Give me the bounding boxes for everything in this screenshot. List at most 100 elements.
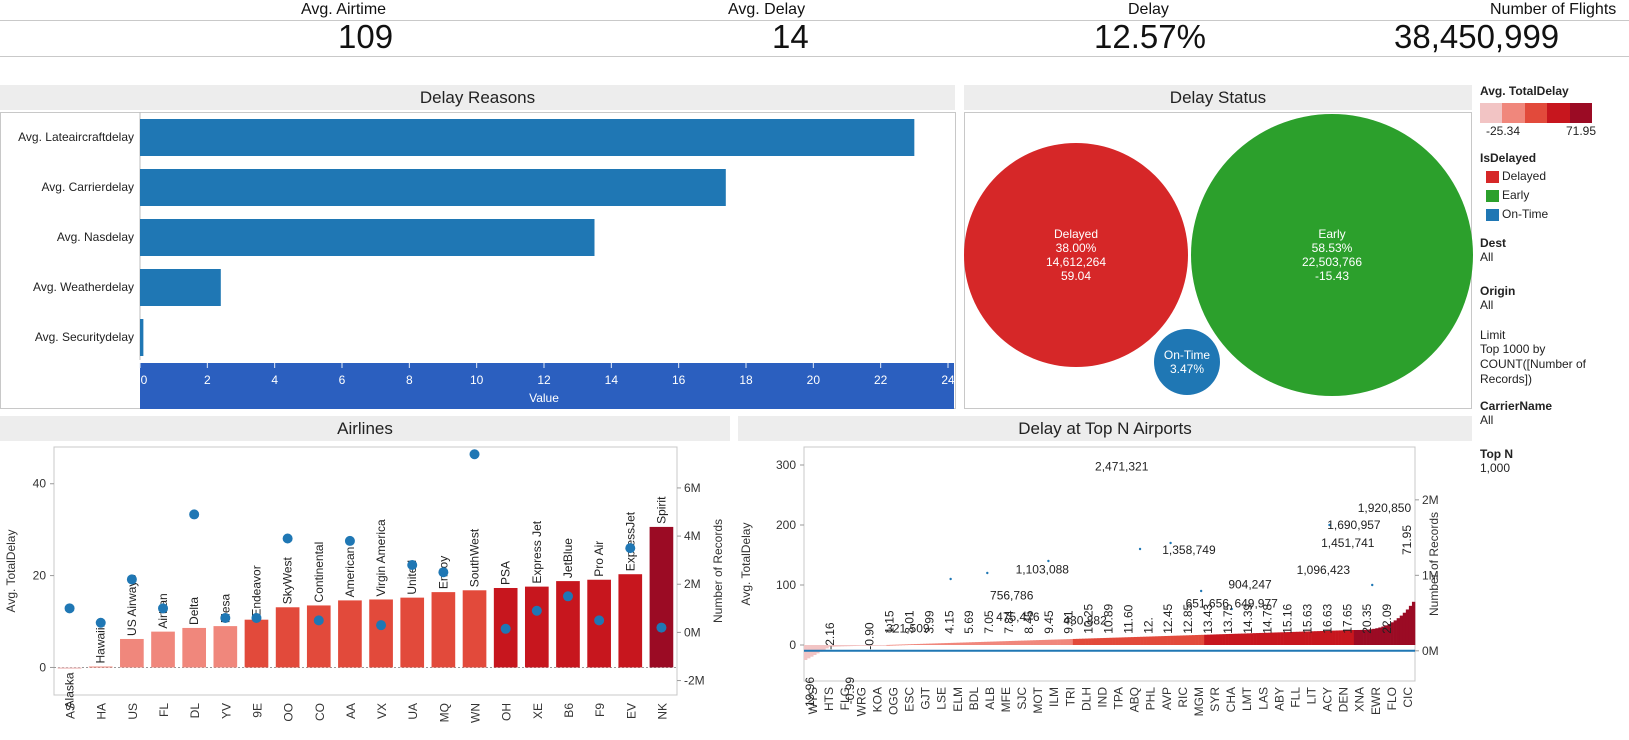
- kpi-value: 14: [772, 18, 809, 55]
- x-tick-label: KOA: [870, 687, 884, 712]
- bar: [978, 641, 982, 645]
- gradient-step: [1480, 103, 1503, 123]
- count-label: 904,247: [1228, 578, 1272, 592]
- bar: [1100, 638, 1104, 645]
- divider: [0, 20, 1629, 21]
- bar: [843, 645, 848, 647]
- count-label: 430,882: [1063, 613, 1107, 627]
- bar-name-label: JetBlue: [561, 538, 575, 578]
- filter-topn-value[interactable]: 1,000: [1480, 461, 1628, 475]
- tick-label: 14: [605, 373, 619, 387]
- bar: [1191, 635, 1196, 645]
- legend-swatch: [1486, 171, 1499, 183]
- bar: [151, 631, 175, 668]
- bar: [1045, 639, 1049, 645]
- y2-tick-label: 2M: [1422, 493, 1439, 507]
- x-tick-label: MQ: [437, 703, 451, 722]
- bar: [938, 643, 942, 645]
- bar: [1094, 638, 1098, 645]
- filter-carriername-value[interactable]: All: [1480, 413, 1628, 427]
- record-dot: [344, 535, 355, 546]
- count-label: 651,656: [1186, 597, 1230, 611]
- x-tick-label: CHA: [1224, 687, 1238, 712]
- record-dot: [313, 615, 324, 626]
- bubble-label: Early: [1318, 227, 1345, 241]
- bar: [999, 641, 1003, 645]
- bar: [140, 219, 595, 256]
- record-dot: [126, 574, 137, 585]
- bar-value-label: 22.09: [1380, 603, 1394, 633]
- bubble-label: 59.04: [1061, 269, 1091, 283]
- x-tick-label: TPA: [1112, 687, 1126, 709]
- category-label: Avg. Securitydelay: [35, 330, 134, 344]
- record-dot: [1199, 589, 1203, 593]
- filter-limit-value[interactable]: Top 1000 by COUNT([Number of Records]): [1480, 342, 1600, 387]
- record-dot: [407, 559, 418, 570]
- bar: [959, 642, 964, 645]
- bar: [1243, 633, 1248, 645]
- record-dot: [1371, 583, 1374, 587]
- bar: [1173, 635, 1178, 645]
- bar: [1204, 634, 1208, 645]
- legend-item-label: Delayed: [1502, 169, 1547, 183]
- x-tick-label: CO: [313, 703, 327, 721]
- x-tick-label: ABQ: [1128, 687, 1142, 712]
- bar-value-label: 12.45: [1161, 603, 1175, 633]
- x-tick-label: ELM: [951, 687, 965, 712]
- bar: [1219, 634, 1223, 645]
- x-tick-label: WRG: [854, 687, 868, 716]
- record-dot: [949, 577, 952, 581]
- bar-name-label: ExpressJet: [623, 511, 637, 571]
- bar: [1396, 618, 1401, 645]
- bar: [1402, 612, 1407, 645]
- bar: [1213, 634, 1217, 645]
- x-tick-label: OH: [500, 703, 514, 721]
- bar: [883, 645, 887, 646]
- count-label: 1,690,957: [1327, 518, 1381, 532]
- y2-axis-label: Number of Records: [1427, 512, 1441, 616]
- x-tick-label: PHL: [1144, 687, 1158, 711]
- bar: [1036, 640, 1040, 645]
- x-tick-label: OO: [282, 703, 296, 722]
- x-tick-label: DL: [188, 703, 202, 719]
- bar: [1112, 637, 1116, 645]
- bar: [1014, 640, 1019, 645]
- bar: [1167, 635, 1171, 645]
- bar: [1060, 639, 1064, 645]
- x-tick-label: OGG: [886, 687, 900, 715]
- record-dot: [64, 603, 75, 614]
- category-label: Avg. Weatherdelay: [33, 280, 134, 294]
- x-tick-label: ESC: [903, 687, 917, 712]
- legend-item-on-time[interactable]: On-Time: [1480, 205, 1628, 224]
- x-tick-label: WYS: [806, 687, 820, 714]
- gradient-step: [1502, 103, 1525, 123]
- filter-dest-value[interactable]: All: [1480, 250, 1628, 264]
- bar: [1225, 634, 1229, 645]
- bar: [904, 644, 909, 646]
- legend-item-label: Early: [1502, 188, 1530, 202]
- filter-origin-value[interactable]: All: [1480, 298, 1628, 312]
- bubble-label: 58.53%: [1312, 241, 1353, 255]
- bar: [1002, 641, 1006, 645]
- bar: [1246, 633, 1251, 645]
- legend-item-delayed[interactable]: Delayed: [1480, 167, 1628, 186]
- bar: [950, 642, 954, 645]
- bar: [901, 644, 906, 646]
- x-tick-label: EWR: [1369, 687, 1383, 715]
- bar: [1063, 639, 1068, 645]
- bar: [1118, 637, 1123, 645]
- legend-item-early[interactable]: Early: [1480, 186, 1628, 205]
- gradient-step: [1547, 103, 1570, 123]
- x-tick-label: B6: [562, 703, 576, 718]
- bar: [1256, 633, 1260, 645]
- bar-name-label: Express Jet: [530, 520, 544, 583]
- bar: [1133, 636, 1138, 645]
- bar: [1136, 636, 1141, 645]
- bar: [140, 269, 221, 306]
- bar: [1143, 636, 1147, 645]
- bar: [1195, 635, 1199, 645]
- bar: [1170, 635, 1174, 645]
- filter-dest-title: Dest: [1480, 236, 1507, 250]
- y2-tick-label: 2M: [684, 577, 701, 591]
- count-label: 1,920,850: [1358, 501, 1412, 515]
